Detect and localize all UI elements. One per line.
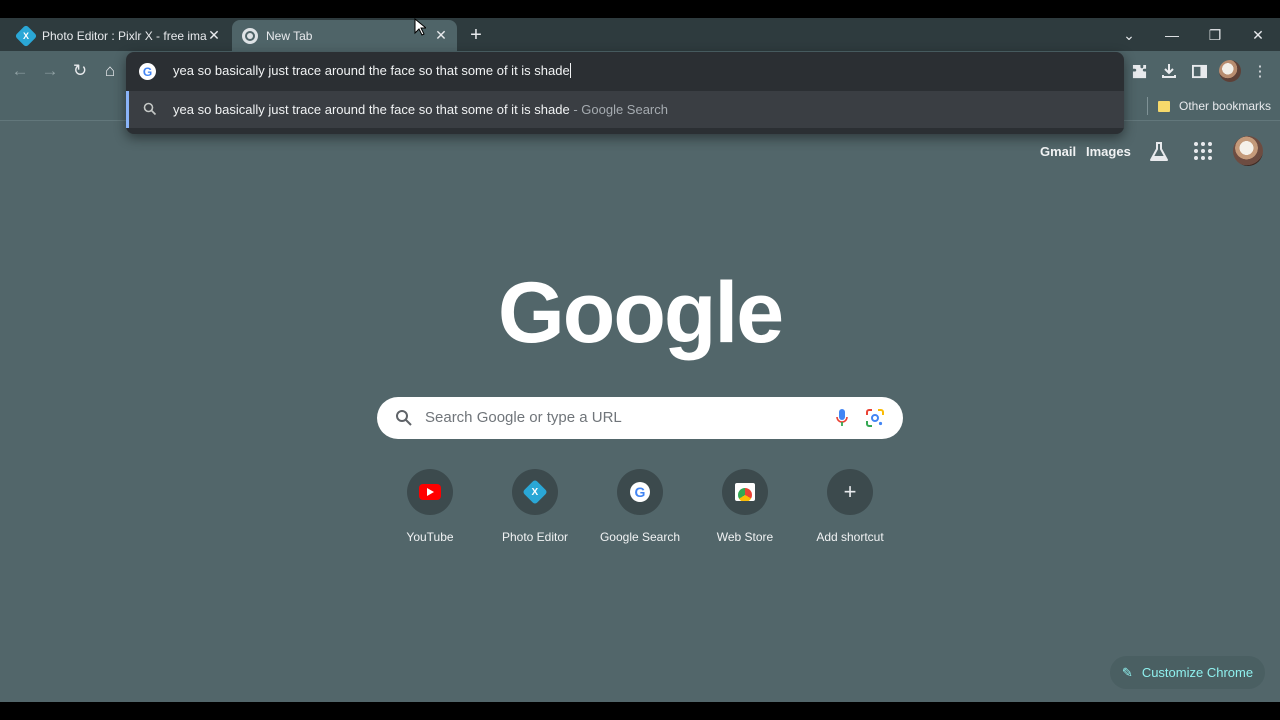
shortcut-tile[interactable]: X <box>512 469 558 515</box>
other-bookmarks[interactable]: Other bookmarks <box>1158 96 1271 116</box>
shortcut-youtube[interactable]: YouTube <box>377 469 483 559</box>
pixlr-icon: X <box>14 24 38 47</box>
images-link[interactable]: Images <box>1086 144 1131 159</box>
close-window-button[interactable]: ✕ <box>1246 24 1270 46</box>
google-logo: Google <box>497 265 784 361</box>
shortcut-web-store[interactable]: Web Store <box>692 469 798 559</box>
bookmarks-separator <box>1147 97 1148 115</box>
mouse-cursor-icon <box>414 18 426 36</box>
pixlr-icon: X <box>522 479 548 505</box>
shortcut-label: YouTube <box>406 530 454 544</box>
search-icon <box>396 410 412 426</box>
folder-icon <box>1158 100 1170 112</box>
google-icon: G <box>630 482 650 502</box>
letterbox-bottom <box>0 702 1280 720</box>
customize-chrome-button[interactable]: ✎ Customize Chrome <box>1110 656 1265 689</box>
shortcut-tile[interactable] <box>407 469 453 515</box>
close-tab-icon[interactable]: ✕ <box>206 27 222 43</box>
download-icon[interactable] <box>1157 59 1181 83</box>
tab-strip: X Photo Editor : Pixlr X - free image ✕ … <box>0 18 1280 51</box>
side-panel-icon[interactable] <box>1187 59 1211 83</box>
gmail-link[interactable]: Gmail <box>1040 144 1076 159</box>
restore-button[interactable]: ❐ <box>1203 24 1227 46</box>
shortcut-label: Photo Editor <box>501 530 569 544</box>
omnibox-input-row[interactable]: G yea so basically just trace around the… <box>126 52 1124 90</box>
profile-avatar-icon[interactable] <box>1219 60 1241 82</box>
account-avatar[interactable] <box>1233 136 1263 166</box>
web-store-icon <box>735 483 755 501</box>
search-icon <box>143 102 157 116</box>
omnibox-suggestion[interactable]: yea so basically just trace around the f… <box>126 91 1124 128</box>
menu-icon[interactable]: ⋮ <box>1248 59 1272 83</box>
shortcut-google-search[interactable]: G Google Search <box>587 469 693 559</box>
tab-search-icon[interactable]: ⌄ <box>1117 24 1141 46</box>
suggestion-source: - Google Search <box>569 102 668 117</box>
text-caret <box>569 63 571 78</box>
suggestion-query: yea so basically just trace around the f… <box>173 102 570 117</box>
back-button[interactable]: ← <box>8 59 32 83</box>
shortcut-add[interactable]: + Add shortcut <box>797 469 903 559</box>
reload-button[interactable]: ↻ <box>68 59 92 83</box>
tab-title: Photo Editor : Pixlr X - free image <box>42 28 207 43</box>
shortcut-photo-editor[interactable]: X Photo Editor <box>482 469 588 559</box>
shortcut-label: Google Search <box>599 530 681 544</box>
tab-photo-editor[interactable]: X Photo Editor : Pixlr X - free image ✕ <box>8 20 230 51</box>
microphone-icon[interactable] <box>835 408 849 428</box>
chrome-icon <box>242 27 258 44</box>
youtube-icon <box>419 484 441 500</box>
forward-button[interactable]: → <box>38 59 62 83</box>
shortcut-label: Add shortcut <box>816 530 884 544</box>
new-tab-button[interactable]: + <box>465 24 487 46</box>
search-input[interactable]: Search Google or type a URL <box>425 409 622 426</box>
omnibox-query: yea so basically just trace around the f… <box>173 63 570 78</box>
close-tab-icon[interactable]: ✕ <box>433 27 449 43</box>
extensions-icon[interactable] <box>1127 59 1151 83</box>
ntp-search-box[interactable]: Search Google or type a URL <box>377 397 903 439</box>
shortcut-label: Web Store <box>716 530 774 544</box>
chrome-labs-icon[interactable] <box>1147 140 1171 164</box>
other-bookmarks-label: Other bookmarks <box>1179 99 1272 113</box>
plus-icon: + <box>843 479 857 504</box>
browser-window: X Photo Editor : Pixlr X - free image ✕ … <box>0 18 1280 702</box>
home-button[interactable]: ⌂ <box>98 59 122 83</box>
google-icon: G <box>139 63 156 80</box>
pencil-icon: ✎ <box>1121 664 1133 680</box>
google-lens-icon[interactable] <box>866 409 884 427</box>
shortcut-tile[interactable]: + <box>827 469 873 515</box>
omnibox-input[interactable]: yea so basically just trace around the f… <box>173 63 571 78</box>
customize-chrome-label: Customize Chrome <box>1141 665 1254 680</box>
shortcut-tile[interactable] <box>722 469 768 515</box>
letterbox-top <box>0 0 1280 18</box>
tab-title: New Tab <box>266 28 313 43</box>
minimize-button[interactable]: — <box>1160 24 1184 46</box>
omnibox-dropdown: G yea so basically just trace around the… <box>126 52 1124 134</box>
suggestion-text: yea so basically just trace around the f… <box>173 102 668 117</box>
google-apps-icon[interactable] <box>1193 141 1213 161</box>
shortcut-tile[interactable]: G <box>617 469 663 515</box>
